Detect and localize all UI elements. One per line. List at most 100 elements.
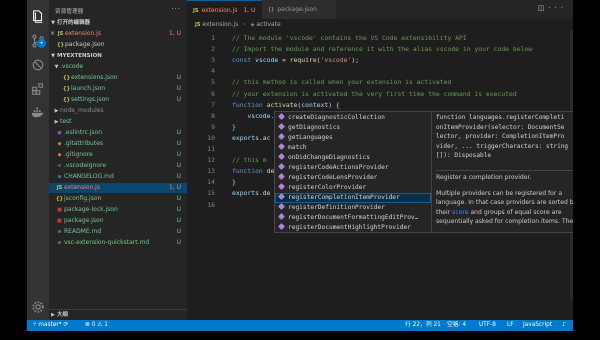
code-line[interactable]: // this m xyxy=(232,155,267,166)
line-number: 9 xyxy=(211,122,215,131)
line-number: 14 xyxy=(207,178,215,187)
tab-extension-js[interactable]: JSextension.js 1, U × xyxy=(187,0,268,19)
method-icon xyxy=(278,163,285,170)
suggestion-item[interactable]: registerDocumentFormattingEditProv… xyxy=(275,213,431,223)
notifications-bell-icon[interactable]: ♪ xyxy=(562,320,566,331)
tree-item-selected[interactable]: JS extension.js 1, U xyxy=(49,183,187,193)
open-editor-item[interactable]: {}package.json xyxy=(49,40,187,50)
breadcrumb-file[interactable]: extension.js xyxy=(202,21,238,28)
tree-item[interactable]: ≡ README.md U xyxy=(49,227,187,237)
breadcrumb-symbol[interactable]: activate xyxy=(256,21,280,28)
code-line[interactable]: // Import the module and reference it wi… xyxy=(232,44,532,55)
json-file-icon: {} xyxy=(62,75,71,81)
tree-item[interactable]: {}jsconfig.json U xyxy=(49,194,187,204)
tree-item[interactable]: ■ package.json U xyxy=(49,216,187,226)
code-line[interactable]: // your extension is activated the very … xyxy=(232,89,517,100)
code-line[interactable]: // this method is called when your exten… xyxy=(232,77,451,88)
suggestion-item[interactable]: registerCodeLensProvider xyxy=(275,173,431,183)
line-number: 12 xyxy=(207,156,215,165)
line-number: 11 xyxy=(207,145,215,153)
language-status[interactable]: JavaScript xyxy=(523,320,552,331)
method-icon xyxy=(278,113,285,120)
cursor-position[interactable]: 行 22，列 21 xyxy=(405,320,441,331)
close-icon[interactable]: × xyxy=(49,29,56,39)
tree-folder-vscode[interactable]: ▼ .vscode xyxy=(49,62,187,72)
method-icon xyxy=(278,123,285,130)
tree-folder-test[interactable]: ▶ test xyxy=(49,117,187,127)
tree-item[interactable]: ◆ .gitattributes U xyxy=(49,139,187,149)
code-line[interactable]: // The module 'vscode' contains the VS C… xyxy=(232,33,467,44)
encoding-status[interactable]: UTF-8 xyxy=(479,320,496,331)
warning-icon: ⚠ xyxy=(97,322,103,328)
more-actions-icon[interactable]: ··· xyxy=(171,5,181,13)
chevron-right-icon: › xyxy=(243,21,246,28)
indentation-status[interactable]: 空格: 4 xyxy=(447,320,466,331)
split-editor-icon[interactable]: ◫ xyxy=(538,4,549,12)
open-editors-header[interactable]: ▼ 打开的编辑器 xyxy=(49,18,187,28)
code-line[interactable]: exports.de xyxy=(232,188,270,199)
js-file-icon: JS xyxy=(57,31,64,37)
suggestion-item[interactable]: registerColorProvider xyxy=(275,183,431,193)
source-control-badge: • xyxy=(37,39,46,48)
git-file-icon: ◆ xyxy=(57,152,62,158)
line-number: 6 xyxy=(211,89,215,98)
extensions-icon[interactable] xyxy=(31,82,45,96)
suggestion-item[interactable]: registerCodeActionsProvider xyxy=(275,163,431,173)
tree-item[interactable]: {}settings.json U xyxy=(49,95,187,105)
markdown-file-icon: ≡ xyxy=(57,229,62,235)
branch-status[interactable]: ⑂ master* ⟳ xyxy=(33,320,68,331)
tree-item[interactable]: {}extensions.json U xyxy=(49,73,187,83)
score-link[interactable]: score xyxy=(452,209,468,216)
suggestion-item[interactable]: registerDocumentHighlightProvider xyxy=(275,223,431,232)
line-number: 4 xyxy=(211,67,215,76)
suggestion-item[interactable]: onDidChangeDiagnostics xyxy=(275,153,431,163)
eol-status[interactable]: LF xyxy=(507,320,514,331)
project-header[interactable]: ▼ MYEXTENSION xyxy=(49,51,187,61)
more-actions-icon[interactable]: ··· xyxy=(548,4,567,12)
explorer-icon[interactable] xyxy=(31,10,45,24)
docker-icon[interactable] xyxy=(31,105,45,119)
line-number: 1 xyxy=(211,34,215,42)
code-line[interactable]: const vscode = require('vscode'); xyxy=(232,55,359,66)
git-file-icon: ◆ xyxy=(57,141,62,147)
json-file-icon: {} xyxy=(62,97,71,103)
tree-item[interactable]: ≡ vsc-extension-quickstart.md U xyxy=(49,238,187,248)
sync-icon[interactable]: ⟳ xyxy=(64,322,69,328)
suggestion-item[interactable]: registerCompletionItemProvider xyxy=(275,193,431,203)
suggestion-item[interactable]: createDiagnosticCollection xyxy=(275,113,431,123)
js-file-icon: JS xyxy=(56,185,63,191)
problems-status[interactable]: ⊗ 0 ⚠ 1 xyxy=(85,320,108,331)
debug-icon[interactable] xyxy=(31,58,45,72)
tree-item[interactable]: ≡ CHANGELOG.md U xyxy=(49,172,187,182)
suggest-widget[interactable]: createDiagnosticCollection getDiagnostics… xyxy=(274,111,432,233)
signature-text: function languages.registerCompleti onIt… xyxy=(436,114,569,160)
tree-folder-node-modules[interactable]: ▶ node_modules xyxy=(49,106,187,116)
tree-item[interactable]: ◉ .eslintrc.json U xyxy=(49,128,187,138)
suggestion-item[interactable]: getDiagnostics xyxy=(275,123,431,133)
line-number: 8 xyxy=(211,111,215,120)
tree-item[interactable]: {}launch.json U xyxy=(49,84,187,94)
method-icon xyxy=(278,203,285,210)
code-line[interactable]: function de xyxy=(232,166,274,177)
open-editor-item[interactable]: × JS extension.js 1, U xyxy=(49,29,187,39)
divider xyxy=(436,170,573,171)
code-line[interactable]: function activate(context) { xyxy=(232,100,340,111)
settings-gear-icon[interactable] xyxy=(31,300,45,314)
suggest-details: function languages.registerCompleti onIt… xyxy=(431,111,573,233)
tab-package-json[interactable]: {} package.json xyxy=(262,0,336,19)
line-number: 13 xyxy=(207,167,215,176)
editor-actions: ◫··· xyxy=(538,4,567,12)
tree-item[interactable]: ≺ .vscodeignore U xyxy=(49,161,187,171)
tree-item[interactable]: ■ package-lock.json U xyxy=(49,205,187,215)
code-line[interactable]: exports.ac xyxy=(232,133,270,144)
code-line[interactable]: } xyxy=(232,122,236,133)
chevron-down-icon: ▼ xyxy=(51,53,55,59)
code-line[interactable]: } xyxy=(232,177,236,188)
git-branch-icon: ⑂ xyxy=(33,322,37,328)
explorer-sidebar: 资源管理器 ··· ▼ 打开的编辑器 × JS extension.js 1, U {… xyxy=(49,0,187,320)
tree-item[interactable]: ◆ .gitignore U xyxy=(49,150,187,160)
suggestion-item[interactable]: getLanguages xyxy=(275,133,431,143)
suggestion-item[interactable]: registerDefinitionProvider xyxy=(275,203,431,213)
suggestion-item[interactable]: match xyxy=(275,143,431,153)
details-body: Multiple providers can be registered for… xyxy=(436,190,573,226)
